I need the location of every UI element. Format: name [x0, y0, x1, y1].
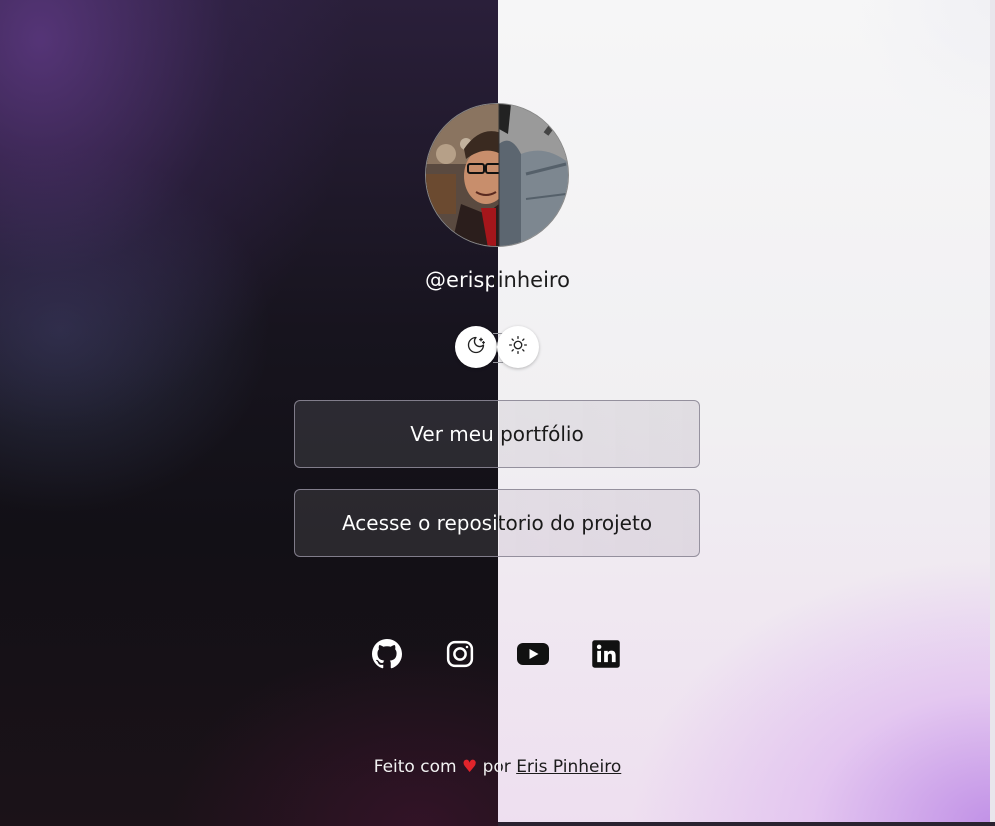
youtube-icon	[516, 641, 550, 671]
profile-handle-row: @erispinheiro	[0, 266, 995, 294]
page-edge	[990, 0, 995, 826]
instagram-link[interactable]	[444, 640, 476, 672]
repository-link-label: Acesse o repositorio do projeto	[341, 511, 653, 535]
github-link[interactable]	[371, 639, 403, 673]
theme-toggle[interactable]	[455, 326, 539, 368]
page-bottom-edge	[498, 822, 995, 826]
avatar	[425, 103, 569, 247]
portfolio-link-button[interactable]: Ver meu portfólio	[294, 400, 700, 468]
linkedin-icon	[591, 639, 621, 673]
footer-prefix: Feito com	[373, 757, 457, 777]
sun-icon	[508, 335, 528, 359]
author-link[interactable]: Eris Pinheiro	[516, 757, 621, 777]
youtube-link[interactable]	[517, 640, 549, 672]
footer-middle: por	[482, 757, 511, 777]
github-icon	[372, 639, 402, 673]
footer: Feito com ♥ por Eris Pinheiro	[0, 756, 995, 778]
portfolio-link-label: Ver meu portfólio	[410, 422, 584, 446]
linkedin-link[interactable]	[590, 640, 622, 672]
moon-stars-icon	[466, 335, 486, 359]
heart-icon: ♥	[461, 757, 478, 777]
light-mode-button[interactable]	[497, 326, 539, 368]
instagram-icon	[445, 639, 475, 673]
repository-link-button[interactable]: Acesse o repositorio do projeto	[294, 489, 700, 557]
dark-mode-button[interactable]	[455, 326, 497, 368]
profile-handle: @erispinheiro	[425, 268, 570, 292]
social-links	[0, 639, 995, 674]
